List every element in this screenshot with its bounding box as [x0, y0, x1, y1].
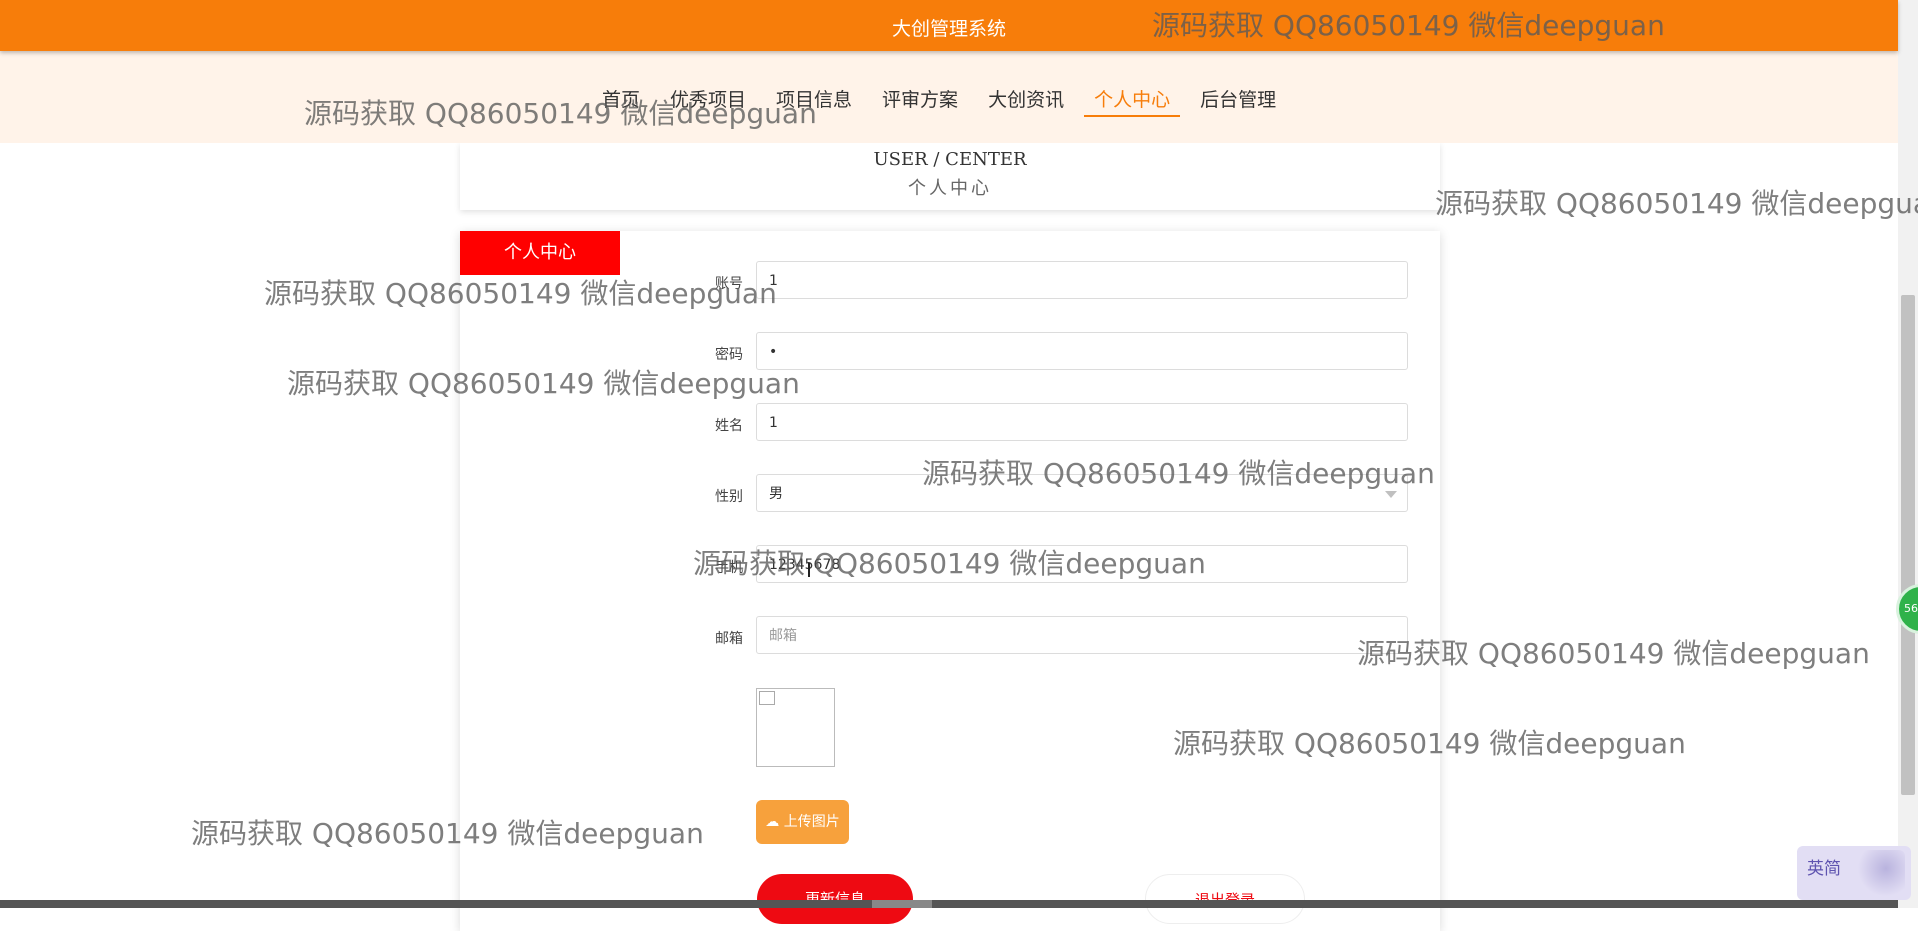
name-label: 姓名 — [715, 418, 743, 434]
nav-item-home[interactable]: 首页 — [592, 85, 650, 115]
name-input[interactable]: 1 — [756, 403, 1408, 441]
email-input[interactable]: 邮箱 — [756, 616, 1408, 654]
phone-label: 手机 — [715, 560, 743, 576]
phone-input[interactable]: 12345678 — [756, 545, 1408, 583]
scrollbar-thumb[interactable] — [1901, 295, 1915, 795]
update-info-button[interactable]: 更新信息 — [757, 874, 913, 924]
bottom-strip — [0, 900, 1898, 908]
nav-item-review-plan[interactable]: 评审方案 — [872, 85, 968, 115]
email-label: 邮箱 — [715, 631, 743, 647]
avatar-preview — [756, 688, 835, 767]
watermark: 源码获取 QQ86050149 微信deepguan — [1435, 187, 1918, 220]
cloud-upload-icon: ☁ — [765, 814, 780, 830]
nav-item-excellent-projects[interactable]: 优秀项目 — [660, 85, 756, 115]
nav-item-project-info[interactable]: 项目信息 — [766, 85, 862, 115]
tab-user-center[interactable]: 个人中心 — [460, 231, 620, 275]
password-input[interactable]: • — [756, 332, 1408, 370]
section-title-cn: 个人中心 — [908, 178, 992, 199]
broken-image-icon — [759, 691, 775, 705]
nav-item-admin[interactable]: 后台管理 — [1190, 85, 1286, 115]
nav-item-user-center[interactable]: 个人中心 — [1084, 85, 1181, 117]
section-heading: USER / CENTER 个人中心 — [460, 143, 1440, 210]
gender-select[interactable]: 男 — [756, 474, 1408, 512]
account-input[interactable]: 1 — [756, 261, 1408, 299]
password-label: 密码 — [715, 347, 743, 363]
ime-mascot-icon — [1857, 850, 1905, 896]
bottom-strip-segment — [872, 900, 932, 908]
ime-label: 英简 — [1807, 859, 1841, 879]
gender-value: 男 — [769, 486, 783, 502]
ime-widget[interactable]: 英简 — [1797, 846, 1911, 900]
gender-label: 性别 — [715, 489, 743, 505]
logout-button[interactable]: 退出登录 — [1145, 874, 1305, 924]
app-title: 大创管理系统 — [891, 18, 1006, 40]
upload-image-button[interactable]: ☁ 上传图片 — [756, 800, 849, 844]
scrollbar[interactable] — [1898, 0, 1918, 908]
upload-label: 上传图片 — [783, 814, 840, 830]
chevron-down-icon — [1385, 491, 1397, 498]
account-label: 账号 — [715, 276, 743, 292]
nav-bar: 首页 优秀项目 项目信息 评审方案 大创资讯 个人中心 后台管理 — [0, 51, 1898, 143]
text-cursor-icon — [808, 563, 810, 577]
nav-item-news[interactable]: 大创资讯 — [978, 85, 1074, 115]
top-bar: 大创管理系统 — [0, 0, 1898, 51]
section-title-en: USER / CENTER — [873, 149, 1027, 170]
nav-items: 首页 优秀项目 项目信息 评审方案 大创资讯 个人中心 后台管理 — [592, 85, 1296, 117]
